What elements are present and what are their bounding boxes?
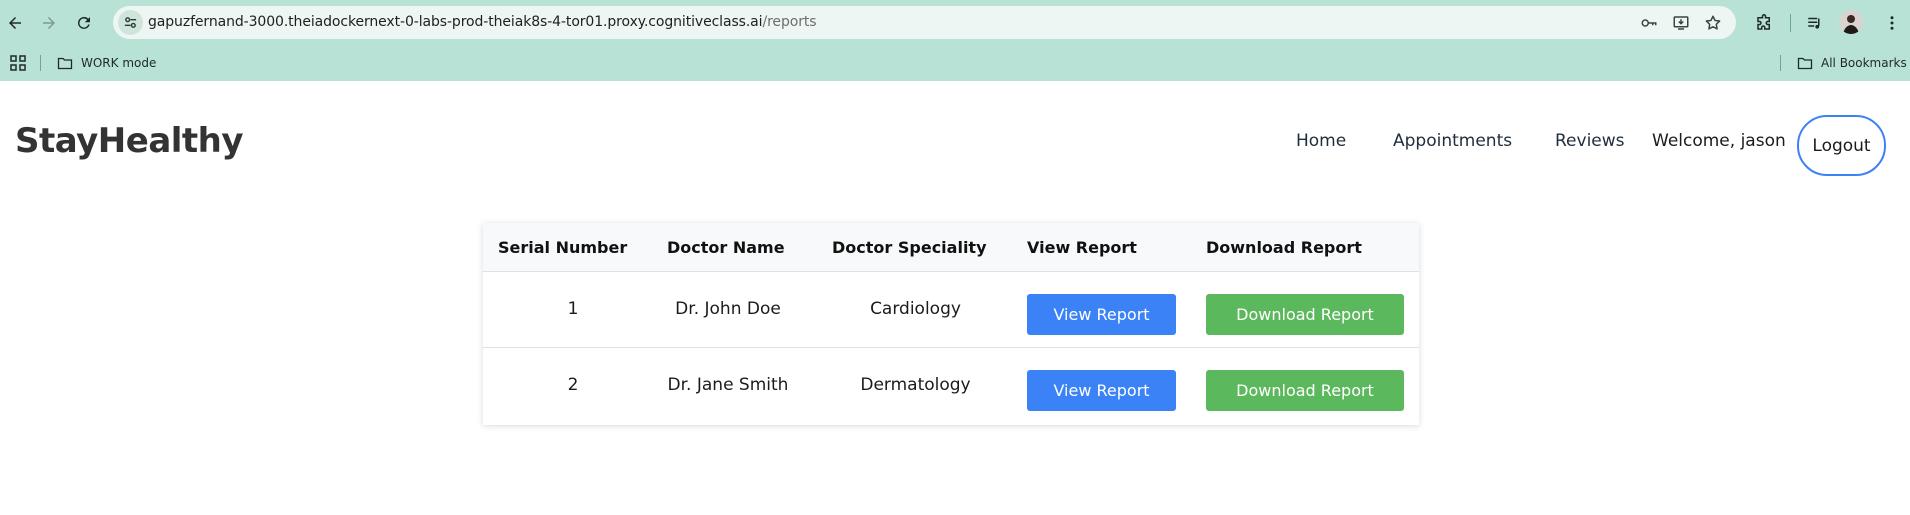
bookmark-star-icon[interactable] bbox=[1703, 13, 1723, 33]
all-bookmarks[interactable]: All Bookmarks bbox=[1797, 53, 1907, 73]
site-info-icon[interactable] bbox=[118, 10, 143, 35]
kebab-menu-icon[interactable] bbox=[1880, 11, 1904, 35]
install-app-icon[interactable] bbox=[1671, 13, 1691, 33]
extensions-puzzle-icon[interactable] bbox=[1752, 11, 1776, 35]
nav-link-reviews[interactable]: Reviews bbox=[1555, 131, 1625, 151]
cell-speciality: Dermatology bbox=[860, 375, 971, 395]
bookmark-label: WORK mode bbox=[81, 56, 157, 70]
cell-serial: 1 bbox=[567, 299, 579, 319]
all-bookmarks-label: All Bookmarks bbox=[1821, 56, 1907, 70]
column-header-serial: Serial Number bbox=[498, 238, 628, 257]
folder-icon bbox=[57, 57, 73, 70]
table-row: 2 Dr. Jane Smith Dermatology View Report… bbox=[483, 348, 1419, 424]
page-content: StayHealthy Home Appointments Reviews We… bbox=[0, 81, 1910, 515]
media-queue-icon[interactable] bbox=[1803, 11, 1827, 35]
column-header-view: View Report bbox=[1027, 238, 1137, 257]
brand-logo[interactable]: StayHealthy bbox=[15, 121, 244, 161]
folder-icon bbox=[1797, 57, 1813, 70]
cell-doctor: Dr. Jane Smith bbox=[667, 375, 789, 395]
view-report-button[interactable]: View Report bbox=[1027, 294, 1176, 335]
cell-doctor: Dr. John Doe bbox=[675, 299, 781, 319]
bookmark-work-mode[interactable]: WORK mode bbox=[57, 53, 156, 73]
profile-avatar[interactable] bbox=[1839, 10, 1863, 34]
reports-table: Serial Number Doctor Name Doctor Special… bbox=[483, 223, 1419, 425]
browser-chrome: gapuzfernand-3000.theiadockernext-0-labs… bbox=[0, 0, 1910, 81]
reload-icon[interactable] bbox=[72, 11, 96, 35]
forward-arrow-icon[interactable] bbox=[37, 11, 61, 35]
view-report-button[interactable]: View Report bbox=[1027, 370, 1176, 411]
welcome-text: Welcome, jason bbox=[1652, 131, 1786, 151]
cell-serial: 2 bbox=[567, 375, 579, 395]
url-path: /reports bbox=[762, 14, 817, 30]
password-key-icon[interactable] bbox=[1639, 13, 1659, 33]
address-bar[interactable]: gapuzfernand-3000.theiadockernext-0-labs… bbox=[113, 6, 1736, 39]
toolbar-divider bbox=[1790, 14, 1791, 32]
nav-link-appointments[interactable]: Appointments bbox=[1393, 131, 1512, 151]
browser-toolbar: gapuzfernand-3000.theiadockernext-0-labs… bbox=[0, 0, 1910, 45]
column-header-download: Download Report bbox=[1206, 238, 1362, 257]
table-row: 1 Dr. John Doe Cardiology View Report Do… bbox=[483, 272, 1419, 348]
url-text: gapuzfernand-3000.theiadockernext-0-labs… bbox=[148, 14, 817, 30]
bookmarks-divider bbox=[1780, 55, 1781, 71]
apps-grid-icon[interactable] bbox=[10, 55, 26, 71]
nav-link-home[interactable]: Home bbox=[1296, 131, 1346, 151]
url-host: gapuzfernand-3000.theiadockernext-0-labs… bbox=[148, 14, 763, 30]
cell-speciality: Cardiology bbox=[870, 299, 961, 319]
download-report-button[interactable]: Download Report bbox=[1206, 370, 1404, 411]
back-arrow-icon[interactable] bbox=[3, 11, 27, 35]
column-header-speciality: Doctor Speciality bbox=[832, 238, 987, 257]
download-report-button[interactable]: Download Report bbox=[1206, 294, 1404, 335]
bookmarks-divider bbox=[40, 55, 41, 71]
column-header-doctor: Doctor Name bbox=[667, 238, 785, 257]
table-header: Serial Number Doctor Name Doctor Special… bbox=[483, 223, 1419, 272]
bookmarks-bar: WORK mode All Bookmarks bbox=[0, 45, 1910, 81]
logout-button[interactable]: Logout bbox=[1797, 115, 1886, 176]
